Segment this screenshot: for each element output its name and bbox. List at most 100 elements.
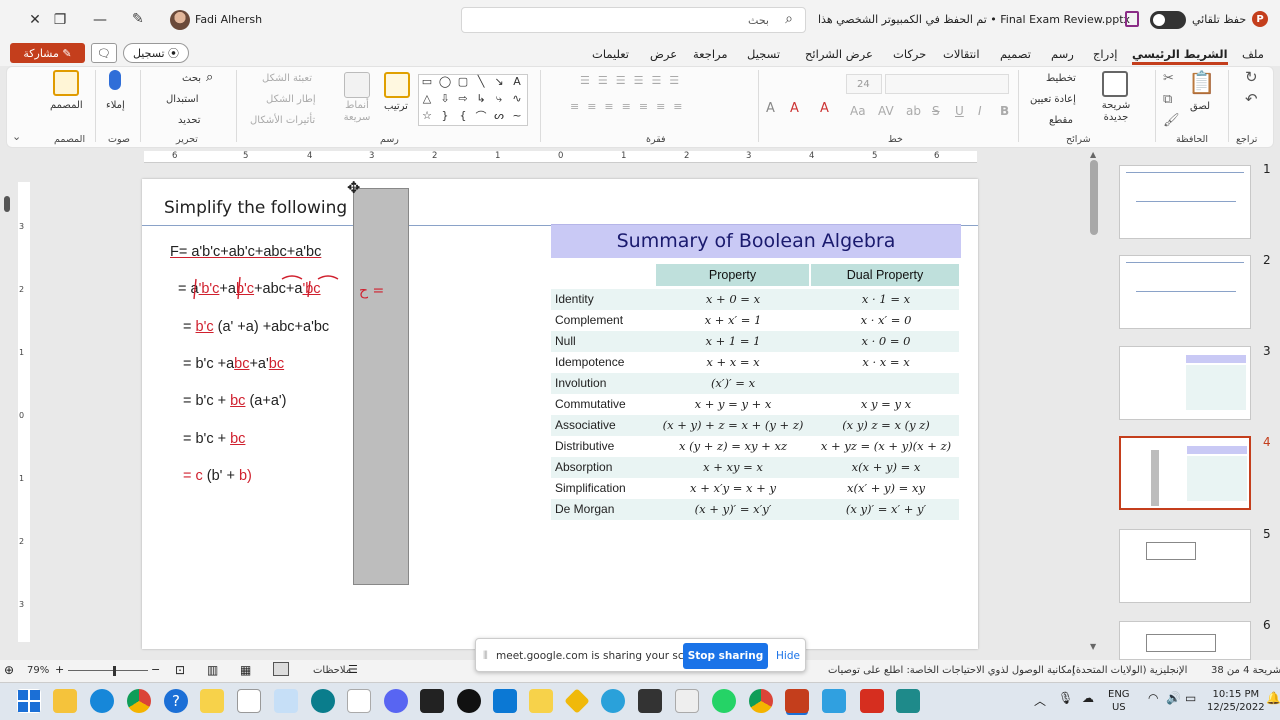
zoom-level[interactable]: 79% bbox=[27, 665, 49, 676]
fit-slide-icon[interactable]: ⊕ bbox=[4, 663, 14, 677]
tab-slideshow[interactable]: عرض الشرائح bbox=[805, 47, 873, 61]
app-icon[interactable] bbox=[274, 689, 298, 713]
tab-home[interactable]: الشريط الرئيسي bbox=[1132, 47, 1228, 65]
equation-line-7[interactable]: = c (b' + b) bbox=[183, 468, 252, 484]
microphone-tray-icon[interactable]: 🎙 bbox=[1058, 691, 1073, 705]
start-icon[interactable] bbox=[17, 689, 41, 713]
acrobat-icon[interactable] bbox=[860, 689, 884, 713]
paste-button[interactable]: لصق bbox=[1190, 101, 1210, 112]
battery-icon[interactable]: ▭ bbox=[1185, 691, 1196, 705]
tab-transitions[interactable]: انتقالات bbox=[943, 47, 980, 61]
elbow-connector-shape-icon[interactable]: ⤷ bbox=[491, 92, 507, 105]
arrange-icon[interactable] bbox=[384, 72, 410, 98]
video-editor-icon[interactable] bbox=[638, 689, 662, 713]
pen-icon[interactable]: ✎ bbox=[132, 11, 144, 27]
notepad-icon[interactable] bbox=[347, 689, 371, 713]
terminal-icon[interactable] bbox=[420, 689, 444, 713]
slide-thumbnail-active[interactable] bbox=[1119, 436, 1251, 510]
tab-design[interactable]: تصميم bbox=[1000, 47, 1031, 61]
tab-draw[interactable]: رسم bbox=[1051, 47, 1074, 61]
minimize-icon[interactable]: — bbox=[87, 8, 113, 32]
undo-icon[interactable]: ↶ bbox=[1245, 90, 1258, 108]
file-icon[interactable] bbox=[675, 689, 699, 713]
rounded-rect-shape-icon[interactable]: ▢ bbox=[455, 75, 471, 88]
shapes-gallery[interactable]: ▭ ◯ ▢ ╲ ↘ A △ ⇩ ⇨ ↳ ⤷ ∿ ☆ } { ⌒ ᔕ ~ bbox=[418, 74, 528, 126]
highlight-icon[interactable]: A bbox=[820, 101, 829, 116]
chrome-icon[interactable] bbox=[749, 689, 773, 713]
normal-view-icon[interactable] bbox=[273, 662, 289, 676]
app-icon[interactable] bbox=[311, 689, 335, 713]
designer-icon[interactable] bbox=[53, 70, 79, 96]
rectangle-shape-icon[interactable]: ▭ bbox=[419, 75, 435, 88]
language-status[interactable]: الإنجليزية (الولايات المتحدة) bbox=[1072, 665, 1187, 676]
hide-button[interactable]: Hide bbox=[776, 650, 800, 662]
slide-thumbnail[interactable] bbox=[1119, 255, 1251, 329]
select-button[interactable]: تحديد bbox=[178, 115, 201, 126]
record-button[interactable]: تسجيل ⦿ bbox=[123, 43, 189, 63]
edge-icon[interactable] bbox=[90, 689, 114, 713]
cut-icon[interactable]: ✂ bbox=[1163, 71, 1174, 86]
app-icon[interactable] bbox=[200, 689, 224, 713]
tab-help[interactable]: تعليمات bbox=[592, 47, 629, 61]
github-icon[interactable] bbox=[457, 689, 481, 713]
discord-icon[interactable] bbox=[384, 689, 408, 713]
slide-sorter-icon[interactable]: ▦ bbox=[240, 663, 251, 677]
drag-handle-icon[interactable]: ⦀ bbox=[483, 649, 488, 663]
font-shrink-icon[interactable]: A bbox=[766, 101, 775, 116]
textbox-shape-icon[interactable]: A bbox=[509, 75, 525, 88]
help-icon[interactable]: ? bbox=[164, 689, 188, 713]
search-input[interactable]: بحث bbox=[748, 14, 769, 27]
user-name[interactable]: Fadi Alhersh bbox=[195, 13, 262, 26]
strikethrough-button[interactable]: S bbox=[932, 104, 940, 118]
scroll-down-icon[interactable]: ▼ bbox=[1090, 642, 1096, 651]
slide-canvas[interactable]: Simplify the following F= a'b'c+ab'c+abc… bbox=[142, 179, 978, 649]
find-button[interactable]: بحث bbox=[182, 73, 201, 84]
restore-icon[interactable]: ❐ bbox=[47, 8, 73, 32]
telegram-icon[interactable] bbox=[601, 689, 625, 713]
cloud-icon[interactable]: ☁ bbox=[1082, 691, 1094, 705]
notification-icon[interactable]: 🔔 bbox=[1266, 691, 1280, 705]
arrow-line-shape-icon[interactable]: ↘ bbox=[491, 75, 507, 88]
arc-shape-icon[interactable]: ⌒ bbox=[473, 109, 489, 123]
close-icon[interactable]: ✕ bbox=[22, 8, 48, 32]
triangle-shape-icon[interactable]: △ bbox=[419, 92, 435, 105]
equation-line-1[interactable]: F= a'b'c+ab'c+abc+a'bc bbox=[170, 244, 321, 260]
oval-shape-icon[interactable]: ◯ bbox=[437, 75, 453, 88]
layout-button[interactable]: تخطيط bbox=[1046, 73, 1076, 84]
zoom-out-icon[interactable]: − bbox=[151, 663, 160, 676]
slide-thumbnail[interactable] bbox=[1119, 529, 1251, 603]
slide-thumbnail[interactable] bbox=[1119, 621, 1251, 660]
zoom-slider[interactable] bbox=[68, 670, 148, 671]
slide-title[interactable]: Simplify the following bbox=[164, 198, 347, 218]
equation-line-5[interactable]: = b'c + bc (a+a') bbox=[183, 393, 287, 409]
app-icon[interactable] bbox=[529, 689, 553, 713]
share-button[interactable]: مشاركة ✎ bbox=[10, 43, 85, 63]
file-explorer-icon[interactable] bbox=[53, 689, 77, 713]
shape-outline-button[interactable]: إطار الشكل bbox=[266, 94, 316, 105]
avatar[interactable] bbox=[170, 10, 190, 30]
brace-shape-icon[interactable]: } bbox=[437, 109, 453, 122]
freeform-shape-icon[interactable]: ᔕ bbox=[491, 109, 507, 122]
stop-sharing-button[interactable]: Stop sharing bbox=[683, 643, 768, 669]
change-case-button[interactable]: Aa bbox=[850, 104, 866, 118]
subscript-button[interactable]: ab bbox=[906, 104, 921, 118]
presenter-view-icon[interactable]: ⊡ bbox=[175, 663, 185, 677]
shape-fill-button[interactable]: تعبئة الشكل bbox=[262, 73, 312, 84]
whatsapp-icon[interactable] bbox=[712, 689, 736, 713]
star-shape-icon[interactable]: ☆ bbox=[419, 109, 435, 122]
align-icons[interactable]: ≡≡≡≡≡≡≡ bbox=[570, 100, 750, 116]
connector-shape-icon[interactable]: ↳ bbox=[473, 92, 489, 105]
tab-insert[interactable]: إدراج bbox=[1093, 47, 1118, 61]
reading-view-icon[interactable]: ▥ bbox=[207, 663, 218, 677]
accessibility-status[interactable]: إمكانية الوصول لذوي الاحتياجات الخاصة: ا… bbox=[828, 665, 1075, 676]
redo-icon[interactable]: ↻ bbox=[1245, 68, 1258, 86]
equation-line-4[interactable]: = b'c +abc+a'bc bbox=[183, 356, 284, 372]
bold-button[interactable]: B bbox=[1000, 104, 1009, 118]
app-icon[interactable] bbox=[822, 689, 846, 713]
scroll-up-icon[interactable]: ▲ bbox=[1090, 150, 1096, 159]
right-arrow-shape-icon[interactable]: ⇨ bbox=[455, 92, 471, 105]
tray-chevron-icon[interactable]: ︿ bbox=[1034, 692, 1046, 709]
wifi-icon[interactable]: ◠ bbox=[1148, 691, 1158, 705]
autosave-toggle[interactable] bbox=[1150, 11, 1186, 29]
new-slide-button[interactable]: شريحة جديدة bbox=[1098, 100, 1134, 124]
